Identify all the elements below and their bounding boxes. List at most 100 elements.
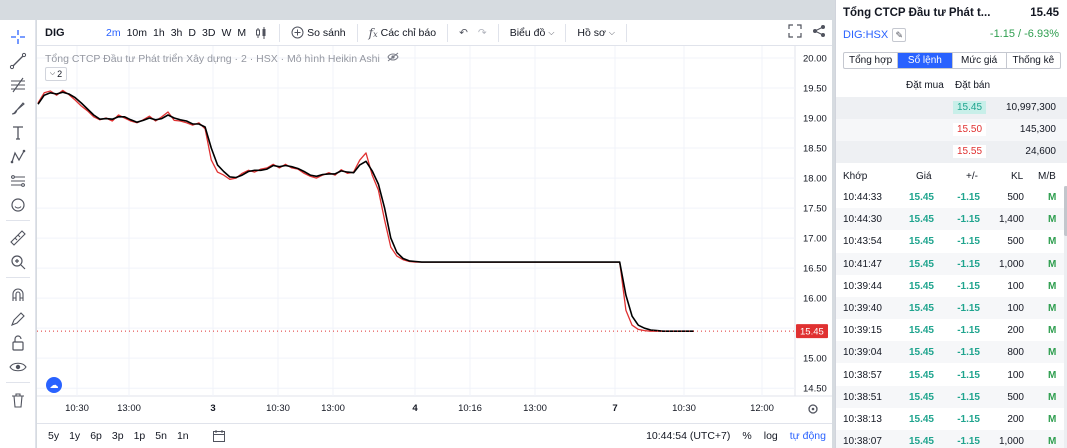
x-tick-label: 13:00	[321, 403, 345, 414]
cloud-icon[interactable]: ☁	[46, 377, 62, 393]
x-tick-label: 4	[412, 403, 418, 414]
range-1y[interactable]: 1y	[64, 430, 85, 442]
range-6p[interactable]: 6p	[85, 430, 107, 442]
clock-readout[interactable]: 10:44:54 (UTC+7)	[646, 430, 730, 442]
trade-price: 15.45	[908, 391, 934, 403]
calendar-icon[interactable]	[212, 429, 226, 443]
interval-m[interactable]: M	[234, 27, 249, 39]
interval-3d[interactable]: 3D	[199, 27, 218, 39]
emoji-icon[interactable]	[6, 194, 30, 216]
legend-collapse-toggle[interactable]: ⌵ 2	[45, 67, 67, 81]
undo-button[interactable]: ↶	[454, 27, 473, 39]
orderbook-row: 15.50 145,300	[836, 119, 1067, 141]
trade-time: 10:39:44	[843, 280, 882, 292]
trade-side: M	[1048, 369, 1057, 381]
trade-change: -1.15	[957, 391, 980, 403]
ask-price: 15.55	[953, 145, 987, 158]
interval-1h[interactable]: 1h	[150, 27, 168, 39]
x-tick-label: 10:30	[65, 403, 89, 414]
trade-row: 10:43:54 15.45 -1.15 500 M	[836, 230, 1064, 252]
y-tick-label: 17.50	[803, 204, 827, 215]
y-tick-label: 19.00	[803, 114, 827, 125]
trade-price: 15.45	[908, 236, 934, 248]
log-toggle[interactable]: log	[764, 430, 778, 442]
brush-icon[interactable]	[6, 98, 30, 120]
trade-time: 10:39:04	[843, 347, 882, 359]
pattern-icon[interactable]	[6, 146, 30, 168]
fullscreen-icon[interactable]	[788, 24, 802, 38]
trade-change: -1.15	[957, 436, 980, 448]
magnet-icon[interactable]	[6, 284, 30, 306]
indicators-button[interactable]: fx Các chỉ báo	[364, 26, 441, 40]
redo-button[interactable]: ↷	[473, 27, 492, 39]
ticker-symbol[interactable]: DIG:HSX	[843, 29, 888, 41]
interval-w[interactable]: W	[218, 27, 234, 39]
percent-toggle[interactable]: %	[742, 430, 751, 442]
ask-header: Đặt bán	[955, 80, 991, 91]
interval-3h[interactable]: 3h	[168, 27, 186, 39]
eye-icon[interactable]	[6, 356, 30, 378]
chart-type-dropdown[interactable]: Biểu đồ ⌵	[505, 27, 560, 39]
trading-app: DIG 2m 10m 1h 3h D 3D W M So sánh fx Các…	[0, 0, 1067, 448]
trade-change: -1.15	[957, 236, 980, 248]
range-1p[interactable]: 1p	[129, 430, 151, 442]
edit-icon[interactable]: ✎	[892, 28, 907, 42]
last-price-tag-label: 15.45	[800, 327, 824, 338]
hide-eye-icon[interactable]	[387, 52, 399, 62]
trade-price: 15.45	[908, 369, 934, 381]
trade-price: 15.45	[908, 303, 934, 314]
tab-statistics[interactable]: Thống kê	[1007, 53, 1060, 68]
trend-line-icon[interactable]	[6, 50, 30, 72]
chevron-down-icon: ⌵	[608, 27, 615, 37]
compare-label: So sánh	[307, 26, 346, 39]
tab-price-levels[interactable]: Mức giá	[953, 53, 1007, 68]
price-chart[interactable]: 20.00 19.50 19.00 18.50 18.00 17.50 17.00 16.50…	[37, 46, 832, 423]
trade-change: -1.15	[957, 369, 980, 381]
trade-change: -1.15	[957, 258, 980, 270]
trade-price: 15.45	[908, 436, 934, 448]
range-1n[interactable]: 1n	[172, 430, 194, 442]
interval-2m[interactable]: 2m	[103, 27, 124, 39]
trash-icon[interactable]	[6, 389, 30, 411]
trade-volume: 200	[1007, 325, 1024, 337]
y-tick-label: 17.00	[803, 234, 827, 245]
fx-icon: fx	[368, 25, 378, 40]
share-icon[interactable]	[812, 24, 826, 38]
quote-panel: Tổng CTCP Đầu tư Phát t... 15.45 DIG:HSX…	[835, 0, 1067, 448]
range-5y[interactable]: 5y	[43, 430, 64, 442]
zoom-in-icon[interactable]	[6, 251, 30, 273]
text-icon[interactable]	[6, 122, 30, 144]
symbol-search[interactable]: DIG	[37, 27, 103, 39]
prediction-icon[interactable]	[6, 170, 30, 192]
range-3p[interactable]: 3p	[107, 430, 129, 442]
trade-price: 15.45	[908, 214, 934, 226]
candle-type-button[interactable]	[249, 26, 273, 40]
range-5n[interactable]: 5n	[150, 430, 172, 442]
compare-button[interactable]: So sánh	[286, 26, 351, 39]
tab-order-book[interactable]: Sổ lệnh	[898, 53, 953, 68]
trade-time: 10:41:47	[843, 258, 882, 270]
trade-volume: 800	[1007, 347, 1024, 359]
trade-side: M	[1048, 236, 1057, 248]
trade-price: 15.45	[908, 192, 934, 203]
last-price: 15.45	[1030, 7, 1059, 19]
tab-summary[interactable]: Tổng hợp	[844, 53, 899, 68]
trade-row: 10:44:33 15.45 -1.15 500 M	[836, 186, 1064, 208]
col-time: Khớp	[843, 171, 868, 182]
ask-price: 15.45	[953, 101, 987, 114]
draw-mode-icon[interactable]	[6, 308, 30, 330]
trade-row: 10:38:07 15.45 -1.15 1,000 M	[836, 430, 1064, 448]
profile-dropdown[interactable]: Hồ sơ ⌵	[572, 27, 620, 39]
lock-icon[interactable]	[6, 332, 30, 354]
profile-label: Hồ sơ	[577, 26, 606, 39]
interval-10m[interactable]: 10m	[124, 27, 150, 39]
x-tick-label: 13:00	[117, 403, 141, 414]
interval-d[interactable]: D	[185, 27, 199, 39]
auto-scale-toggle[interactable]: tự động	[790, 430, 826, 442]
trade-row: 10:38:51 15.45 -1.15 500 M	[836, 385, 1064, 408]
trade-row: 10:38:13 15.45 -1.15 200 M	[836, 408, 1064, 430]
fib-icon[interactable]	[6, 74, 30, 96]
trade-volume: 500	[1007, 236, 1024, 248]
ruler-icon[interactable]	[6, 227, 30, 249]
crosshair-icon[interactable]	[6, 26, 30, 48]
